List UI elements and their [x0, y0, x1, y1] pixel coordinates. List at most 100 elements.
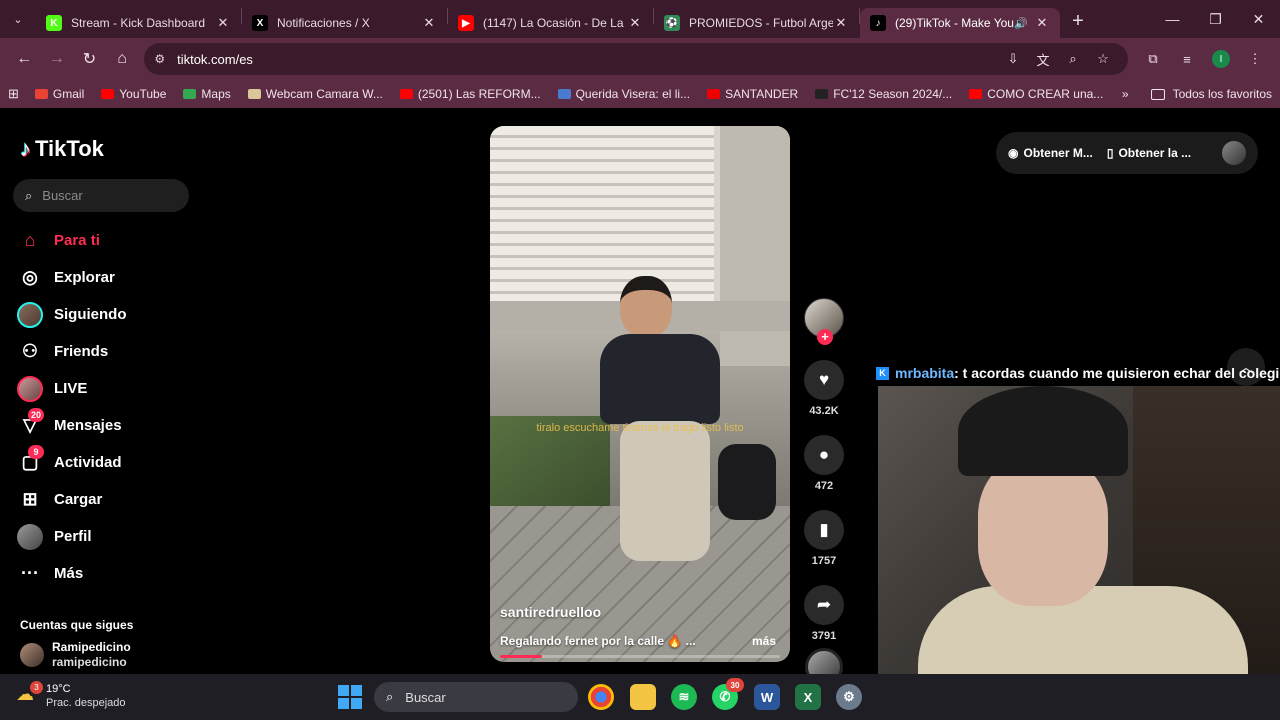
reload-button[interactable]: ↻	[73, 43, 106, 75]
whatsapp-icon[interactable]: ✆ 30	[712, 678, 744, 710]
zoom-icon[interactable]: ⌕	[1058, 51, 1088, 67]
bookmark-item[interactable]: Maps	[183, 87, 231, 101]
minimize-button[interactable]: —	[1151, 0, 1194, 38]
windows-start-icon[interactable]	[338, 685, 362, 709]
bookmark-star-icon[interactable]: ☆	[1088, 51, 1118, 67]
sidebar-item-siguiendo[interactable]: Siguiendo	[16, 296, 196, 333]
sidebar-item-label: Friends	[54, 343, 109, 360]
apps-grid-icon[interactable]: ⊞	[8, 86, 19, 102]
share-button[interactable]: ➦ 3791	[804, 585, 844, 642]
user-avatar[interactable]	[1222, 141, 1246, 165]
bookmark-item[interactable]: FC'12 Season 2024/...	[815, 87, 952, 101]
close-tab-icon[interactable]: ✕	[215, 15, 231, 31]
logo-text: TikTok	[35, 136, 104, 161]
chat-text: : t acordas cuando me quisieron echar de…	[954, 365, 1280, 381]
save-button[interactable]: ▮ 1757	[804, 510, 844, 567]
browser-tab[interactable]: X Notificaciones / X ✕	[242, 8, 447, 38]
chrome-icon[interactable]	[588, 684, 614, 710]
close-tab-icon[interactable]: ✕	[833, 15, 849, 31]
sidebar-item-para-ti[interactable]: ⌂ Para ti	[16, 222, 196, 259]
bookmark-item[interactable]: COMO CREAR una...	[969, 87, 1103, 101]
speaker-icon[interactable]: 🔊	[1014, 17, 1028, 30]
bookmark-label: Querida Visera: el li...	[575, 87, 691, 101]
bookmark-favicon-icon	[247, 89, 261, 99]
all-bookmarks-button[interactable]: Todos los favoritos	[1150, 87, 1272, 101]
forward-button[interactable]: →	[41, 43, 74, 75]
sidebar-item-actividad[interactable]: ▢ 9 Actividad	[16, 444, 196, 481]
bookmarks-more-button[interactable]: »	[1122, 87, 1129, 101]
excel-icon[interactable]: X	[795, 684, 821, 710]
taskbar-search[interactable]: ⌕ Buscar	[374, 682, 578, 712]
coin-icon: ◉	[1008, 146, 1019, 160]
address-bar[interactable]: ⚙ tiktok.com/es ⇩ 文 ⌕ ☆	[144, 43, 1129, 75]
tiktok-logo[interactable]: ♪ TikTok	[20, 136, 104, 162]
bookmark-item[interactable]: Gmail	[34, 87, 84, 101]
translate-icon[interactable]: 文	[1028, 50, 1058, 69]
comment-count: 472	[814, 480, 834, 492]
close-tab-icon[interactable]: ✕	[1034, 15, 1050, 31]
profile-avatar[interactable]: I	[1212, 50, 1231, 68]
sidebar-item-perfil[interactable]: Perfil	[16, 518, 196, 555]
sidebar-item-live[interactable]: LIVE	[16, 370, 196, 407]
bookmark-label: SANTANDER	[725, 87, 799, 101]
comment-button[interactable]: ● 472	[804, 435, 844, 492]
sidebar-item-más[interactable]: ··· Más	[16, 555, 196, 592]
search-bar[interactable]: ⌕	[13, 179, 189, 212]
window-controls: — ❐ ✕	[1151, 0, 1280, 38]
kick-icon: K	[46, 15, 62, 31]
tab-search-button[interactable]: ⌄	[0, 0, 36, 38]
get-app-button[interactable]: ▯ Obtener la ...	[1107, 146, 1191, 160]
browser-tab[interactable]: ▶ (1147) La Ocasión - De La Gh ✕	[448, 8, 653, 38]
video-player[interactable]: tiralo escuchame tiramos el trago listo …	[490, 126, 790, 662]
following-account[interactable]: Ramipedicino ramipedicino	[20, 640, 131, 670]
creator-avatar[interactable]: +	[804, 298, 844, 345]
extensions-icon[interactable]: ⧉	[1136, 51, 1170, 67]
close-tab-icon[interactable]: ✕	[421, 15, 437, 31]
bookmark-item[interactable]: Querida Visera: el li...	[557, 87, 691, 101]
browser-tab[interactable]: ♪ (29)TikTok - Make Your D🔊 ✕	[860, 8, 1060, 38]
weather-badge: 3	[30, 681, 43, 694]
like-count: 43.2K	[809, 405, 839, 417]
new-tab-button[interactable]: +	[1060, 10, 1096, 33]
bookmark-label: Webcam Camara W...	[265, 87, 383, 101]
sidebar-item-cargar[interactable]: ⊞ Cargar	[16, 481, 196, 518]
spotify-icon[interactable]: ≋	[671, 684, 697, 710]
menu-kebab-icon[interactable]: ⋮	[1238, 51, 1272, 67]
follow-plus-icon[interactable]: +	[817, 329, 833, 345]
get-coins-button[interactable]: ◉ Obtener M...	[1008, 146, 1093, 160]
like-button[interactable]: ♥ 43.2K	[804, 360, 844, 417]
more-icon: ···	[21, 563, 39, 583]
browser-tab[interactable]: K Stream - Kick Dashboard ✕	[36, 8, 241, 38]
url-text: tiktok.com/es	[177, 51, 253, 67]
share-count: 3791	[811, 630, 837, 642]
comment-icon: ●	[804, 435, 844, 475]
bookmark-item[interactable]: YouTube	[101, 87, 166, 101]
home-button[interactable]: ⌂	[106, 43, 139, 75]
bookmark-item[interactable]: (2501) Las REFORM...	[399, 87, 541, 101]
close-window-button[interactable]: ✕	[1237, 0, 1280, 38]
action-rail: + ♥ 43.2K ● 472 ▮ 1757 ➦ 3791	[804, 298, 844, 686]
tab-label: Stream - Kick Dashboard	[71, 16, 206, 30]
media-control-icon[interactable]: ≡	[1170, 52, 1204, 67]
sidebar-item-explorar[interactable]: ◎ Explorar	[16, 259, 196, 296]
video-username[interactable]: santiredruelloo	[500, 604, 601, 620]
video-progress-bar[interactable]	[500, 655, 780, 658]
weather-widget[interactable]: ☁ 3 19°C Prac. despejado	[16, 681, 126, 710]
search-input[interactable]	[42, 188, 163, 203]
word-icon[interactable]: W	[754, 684, 780, 710]
sidebar-item-friends[interactable]: ⚇ Friends	[16, 333, 196, 370]
video-more-button[interactable]: más	[752, 634, 776, 648]
browser-tab[interactable]: ⚽ PROMIEDOS - Futbol Argent ✕	[654, 8, 859, 38]
live-avatar-icon	[16, 375, 44, 402]
close-tab-icon[interactable]: ✕	[627, 15, 643, 31]
bookmark-item[interactable]: Webcam Camara W...	[247, 87, 383, 101]
arrow-left-icon: ←	[16, 50, 33, 67]
bookmark-item[interactable]: SANTANDER	[707, 87, 798, 101]
site-info-icon[interactable]: ⚙	[154, 52, 165, 66]
back-button[interactable]: ←	[8, 43, 41, 75]
file-explorer-icon[interactable]	[630, 684, 656, 710]
settings-gear-icon[interactable]: ⚙	[836, 684, 862, 710]
sidebar-item-mensajes[interactable]: ▽ 20 Mensajes	[16, 407, 196, 444]
install-app-icon[interactable]: ⇩	[998, 51, 1028, 67]
maximize-button[interactable]: ❐	[1194, 0, 1237, 38]
